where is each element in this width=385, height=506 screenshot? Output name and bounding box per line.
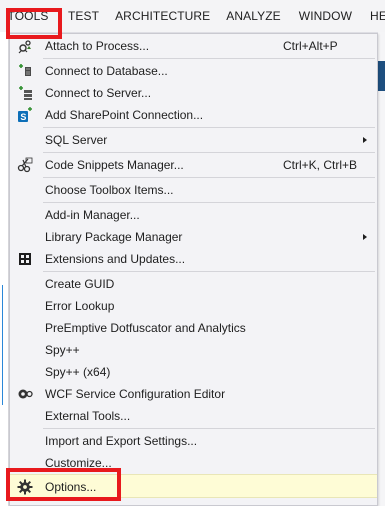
submenu-arrow-icon [363,137,367,143]
menu-item-sql-server[interactable]: SQL Server [10,129,377,151]
menu-item-code-snippets-manager[interactable]: Code Snippets Manager... Ctrl+K, Ctrl+B [10,154,377,176]
visual-studio-window: TOOLS TEST ARCHITECTURE ANALYZE WINDOW H… [0,0,385,506]
svg-text:S: S [20,112,26,122]
editor-right-edge [378,32,385,506]
menu-test[interactable]: TEST [56,0,107,32]
menu-item-spy[interactable]: Spy++ [10,339,377,361]
menu-item-label: Connect to Database... [45,64,168,78]
menu-window[interactable]: WINDOW [289,0,360,32]
editor-scroll-marker [378,61,385,91]
editor-margin-line [2,285,7,405]
menu-item-customize[interactable]: Customize... [10,452,377,474]
menu-item-shortcut: Ctrl+Alt+P [283,39,338,53]
menu-help[interactable]: HEL [360,0,385,32]
menu-item-label: Add-in Manager... [45,208,140,222]
menu-item-label: External Tools... [45,409,131,423]
menu-item-label: Extensions and Updates... [45,252,186,266]
menu-item-label: Connect to Server... [45,86,152,100]
menu-item-create-guid[interactable]: Create GUID [10,273,377,295]
extensions-icon [17,251,33,267]
menu-item-options[interactable]: Options... [10,474,377,498]
menu-item-label: Spy++ [45,343,80,357]
menu-item-label: WCF Service Configuration Editor [45,387,226,401]
menu-item-label: Choose Toolbox Items... [45,183,174,197]
menu-item-label: PreEmptive Dotfuscator and Analytics [45,321,246,335]
menu-item-label: SQL Server [45,133,108,147]
tools-menu-items: Attach to Process... Ctrl+Alt+P Connect … [10,35,377,498]
editor-left-edge [0,32,9,506]
attach-process-icon [17,38,33,54]
menu-tools[interactable]: TOOLS [0,0,56,32]
submenu-arrow-icon [363,234,367,240]
menu-architecture[interactable]: ARCHITECTURE [107,0,218,32]
menu-item-label: Spy++ (x64) [45,365,111,379]
menu-item-connect-to-database[interactable]: Connect to Database... [10,60,377,82]
menu-item-connect-to-server[interactable]: Connect to Server... [10,82,377,104]
wcf-config-icon [17,386,33,402]
menu-item-import-export-settings[interactable]: Import and Export Settings... [10,430,377,452]
menu-item-add-sharepoint-connection[interactable]: S Add SharePoint Connection... [10,104,377,126]
menu-item-dotfuscator[interactable]: PreEmptive Dotfuscator and Analytics [10,317,377,339]
menu-item-choose-toolbox-items[interactable]: Choose Toolbox Items... [10,179,377,201]
menu-item-label: Customize... [45,456,112,470]
gear-icon [17,479,33,495]
menu-bar: TOOLS TEST ARCHITECTURE ANALYZE WINDOW H… [0,0,385,33]
menu-item-shortcut: Ctrl+K, Ctrl+B [283,158,358,172]
menu-item-library-package-manager[interactable]: Library Package Manager [10,226,377,248]
menu-item-attach-to-process[interactable]: Attach to Process... Ctrl+Alt+P [10,35,377,57]
menu-analyze[interactable]: ANALYZE [218,0,289,32]
tools-dropdown-menu: Attach to Process... Ctrl+Alt+P Connect … [9,33,378,506]
menu-item-add-in-manager[interactable]: Add-in Manager... [10,204,377,226]
menu-item-label: Create GUID [45,277,115,291]
menu-item-spy-x64[interactable]: Spy++ (x64) [10,361,377,383]
database-connect-icon [17,63,33,79]
server-connect-icon [17,85,33,101]
menu-bar-items: TOOLS TEST ARCHITECTURE ANALYZE WINDOW H… [0,0,385,32]
menu-item-label: Attach to Process... [45,39,150,53]
snippets-icon [17,157,33,173]
menu-item-label: Error Lookup [45,299,115,313]
menu-item-error-lookup[interactable]: Error Lookup [10,295,377,317]
sharepoint-icon: S [17,107,33,123]
menu-item-extensions-and-updates[interactable]: Extensions and Updates... [10,248,377,270]
menu-item-external-tools[interactable]: External Tools... [10,405,377,427]
menu-item-label: Add SharePoint Connection... [45,108,204,122]
menu-item-label: Options... [45,480,97,494]
menu-item-label: Code Snippets Manager... [45,158,184,172]
menu-item-label: Import and Export Settings... [45,434,198,448]
menu-item-label: Library Package Manager [45,230,183,244]
menu-item-wcf-config-editor[interactable]: WCF Service Configuration Editor [10,383,377,405]
